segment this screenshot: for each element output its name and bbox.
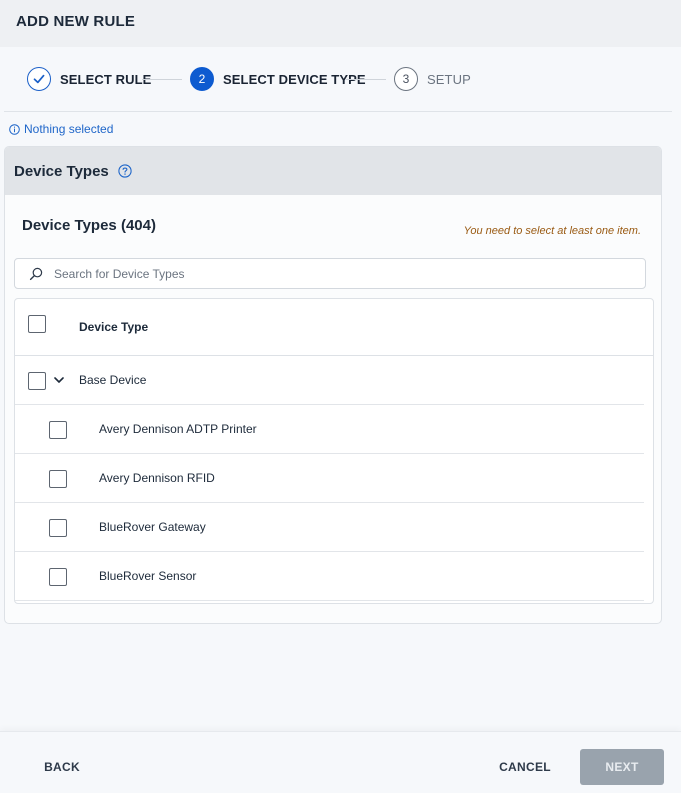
panel-title: Device Types (14, 162, 109, 180)
step-label: SETUP (427, 71, 471, 87)
group-row-base-device[interactable]: Base Device (15, 356, 644, 405)
row-label: Avery Dennison RFID (99, 471, 215, 485)
row-checkbox[interactable] (49, 470, 67, 488)
table-row[interactable]: BlueRover Sensor (15, 552, 644, 601)
row-checkbox[interactable] (49, 568, 67, 586)
selection-status: Nothing selected (9, 122, 113, 136)
stepper: SELECT RULE 2 SELECT DEVICE TYPE 3 SETUP (0, 47, 681, 111)
help-circle-icon[interactable] (118, 164, 132, 178)
step-label: SELECT DEVICE TYPE (223, 71, 366, 87)
row-label: BlueRover Gateway (99, 520, 206, 534)
row-checkbox[interactable] (49, 421, 67, 439)
back-button[interactable]: BACK (36, 749, 88, 785)
step-select-device-type[interactable]: 2 SELECT DEVICE TYPE (190, 67, 366, 91)
step-number: 3 (394, 67, 418, 91)
checkmark-icon (27, 67, 51, 91)
select-all-checkbox[interactable] (28, 315, 46, 333)
table-row[interactable]: BlueRover Gateway (15, 503, 644, 552)
dialog-footer: BACK CANCEL NEXT (0, 731, 681, 793)
search-box[interactable] (14, 258, 646, 289)
table-row[interactable]: Avery Dennison RFID (15, 454, 644, 503)
step-number: 2 (190, 67, 214, 91)
table-row[interactable]: Avery Dennison ADTP Printer (15, 405, 644, 454)
validation-message: You need to select at least one item. (463, 225, 641, 237)
step-connector (346, 79, 386, 80)
step-select-rule[interactable]: SELECT RULE (27, 67, 151, 91)
next-button[interactable]: NEXT (580, 749, 664, 785)
list-title: Device Types (404) (22, 217, 156, 234)
search-input[interactable] (54, 266, 614, 281)
chevron-down-icon[interactable] (53, 374, 65, 386)
device-type-table: Device Type Base Device Avery Dennison A… (14, 298, 654, 604)
table-header: Device Type (15, 299, 653, 356)
search-icon (29, 267, 43, 281)
row-label: BlueRover Sensor (99, 569, 197, 583)
dialog-title: ADD NEW RULE (16, 13, 136, 30)
row-label: Avery Dennison ADTP Printer (99, 422, 257, 436)
dialog-header: ADD NEW RULE (0, 0, 681, 47)
group-checkbox[interactable] (28, 372, 46, 390)
panel-header: Device Types (5, 147, 661, 195)
step-setup[interactable]: 3 SETUP (394, 67, 471, 91)
step-connector (142, 79, 182, 80)
row-checkbox[interactable] (49, 519, 67, 537)
column-header-device-type: Device Type (79, 320, 149, 334)
cancel-button[interactable]: CANCEL (492, 749, 558, 785)
info-icon (9, 123, 20, 135)
group-label: Base Device (79, 373, 147, 387)
step-label: SELECT RULE (60, 71, 152, 87)
device-types-panel: Device Types Device Types (404) You need… (4, 146, 662, 624)
selection-status-text: Nothing selected (24, 122, 114, 136)
divider (4, 111, 672, 112)
